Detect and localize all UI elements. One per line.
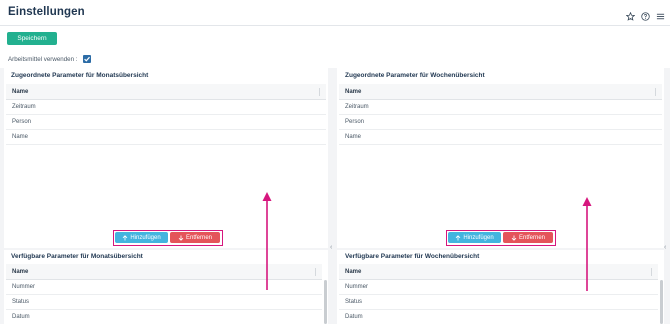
week-available-title: Verfügbare Parameter für Wochenübersicht xyxy=(345,253,480,260)
table-row[interactable]: Name xyxy=(6,130,326,145)
toolbar: Speichern xyxy=(0,26,670,52)
table-row[interactable]: Datum xyxy=(6,310,322,324)
table-row[interactable]: Zeitraum xyxy=(6,100,326,115)
menu-icon[interactable] xyxy=(656,8,665,20)
row-label: Person xyxy=(345,119,365,125)
add-label: Hinzufügen xyxy=(130,234,161,241)
week-add-button[interactable]: Hinzufügen xyxy=(448,232,501,243)
row-label: Person xyxy=(12,119,32,125)
add-label: Hinzufügen xyxy=(463,234,494,241)
row-label: Zeitraum xyxy=(345,104,369,110)
collapse-right-icon[interactable]: ‹ xyxy=(664,244,666,251)
row-label: Status xyxy=(12,299,30,305)
month-assigned-title: Zugeordnete Parameter für Monatsübersich… xyxy=(11,72,149,79)
table-row[interactable]: Zeitraum xyxy=(339,100,662,115)
table-row[interactable]: Datum xyxy=(339,310,658,324)
arrow-up-icon xyxy=(456,234,461,240)
week-available-header: Name xyxy=(339,264,658,280)
page-title: Einstellungen xyxy=(8,6,85,18)
row-label: Name xyxy=(345,134,362,140)
week-assigned-title: Zugeordnete Parameter für Wochenübersich… xyxy=(345,72,485,79)
table-row[interactable]: Person xyxy=(6,115,326,130)
week-available-scrollbar[interactable] xyxy=(660,280,663,324)
week-available-panel: Verfügbare Parameter für Wochenübersicht… xyxy=(337,250,664,324)
collapse-left-icon[interactable]: ‹ xyxy=(330,244,332,251)
table-row[interactable]: Person xyxy=(339,115,662,130)
row-label: Datum xyxy=(12,314,30,320)
arrow-up-icon xyxy=(123,234,128,240)
annotation-arrow-right xyxy=(582,197,592,291)
table-row[interactable]: Status xyxy=(6,295,322,310)
month-available-title: Verfügbare Parameter für Monatsübersicht xyxy=(11,253,143,260)
month-available-scrollbar[interactable] xyxy=(324,280,327,324)
column-header-name[interactable]: Name xyxy=(12,269,28,275)
week-remove-button[interactable]: Entfernen xyxy=(503,232,553,243)
arrow-down-icon xyxy=(178,235,184,241)
week-move-buttons: Hinzufügen Entfernen xyxy=(446,230,556,246)
column-header-name[interactable]: Name xyxy=(12,89,28,95)
row-label: Zeitraum xyxy=(12,104,36,110)
arrow-down-icon xyxy=(511,235,517,241)
row-label: Status xyxy=(345,299,363,305)
annotation-arrow-left xyxy=(262,192,272,290)
column-header-name[interactable]: Name xyxy=(345,89,361,95)
row-label: Name xyxy=(12,134,29,140)
row-label: Datum xyxy=(345,314,363,320)
month-move-buttons: Hinzufügen Entfernen xyxy=(113,230,223,246)
month-add-button[interactable]: Hinzufügen xyxy=(115,232,168,243)
use-equipment-row: Arbeitsmittel verwenden : xyxy=(0,52,670,68)
help-icon[interactable] xyxy=(641,8,650,21)
use-equipment-label: Arbeitsmittel verwenden : xyxy=(8,56,78,63)
month-available-header: Name xyxy=(6,264,322,280)
star-icon[interactable] xyxy=(625,8,636,21)
save-button[interactable]: Speichern xyxy=(7,32,57,45)
column-header-name[interactable]: Name xyxy=(345,269,361,275)
week-assigned-panel: Zugeordnete Parameter für Wochenübersich… xyxy=(337,68,664,248)
month-assigned-header: Name xyxy=(6,84,326,100)
row-label: Nummer xyxy=(12,284,36,290)
table-row[interactable]: Nummer xyxy=(339,280,658,295)
table-row[interactable]: Nummer xyxy=(6,280,322,295)
month-assigned-panel: Zugeordnete Parameter für Monatsübersich… xyxy=(4,68,328,248)
use-equipment-checkbox[interactable] xyxy=(83,55,91,63)
page-header: Einstellungen xyxy=(0,0,670,26)
remove-label: Entfernen xyxy=(518,234,546,241)
week-assigned-header: Name xyxy=(339,84,662,100)
month-remove-button[interactable]: Entfernen xyxy=(170,232,220,243)
table-row[interactable]: Name xyxy=(339,130,662,145)
remove-label: Entfernen xyxy=(185,234,213,241)
row-label: Nummer xyxy=(345,284,369,290)
month-available-panel: Verfügbare Parameter für Monatsübersicht… xyxy=(4,250,328,324)
check-icon xyxy=(84,56,90,62)
table-row[interactable]: Status xyxy=(339,295,658,310)
